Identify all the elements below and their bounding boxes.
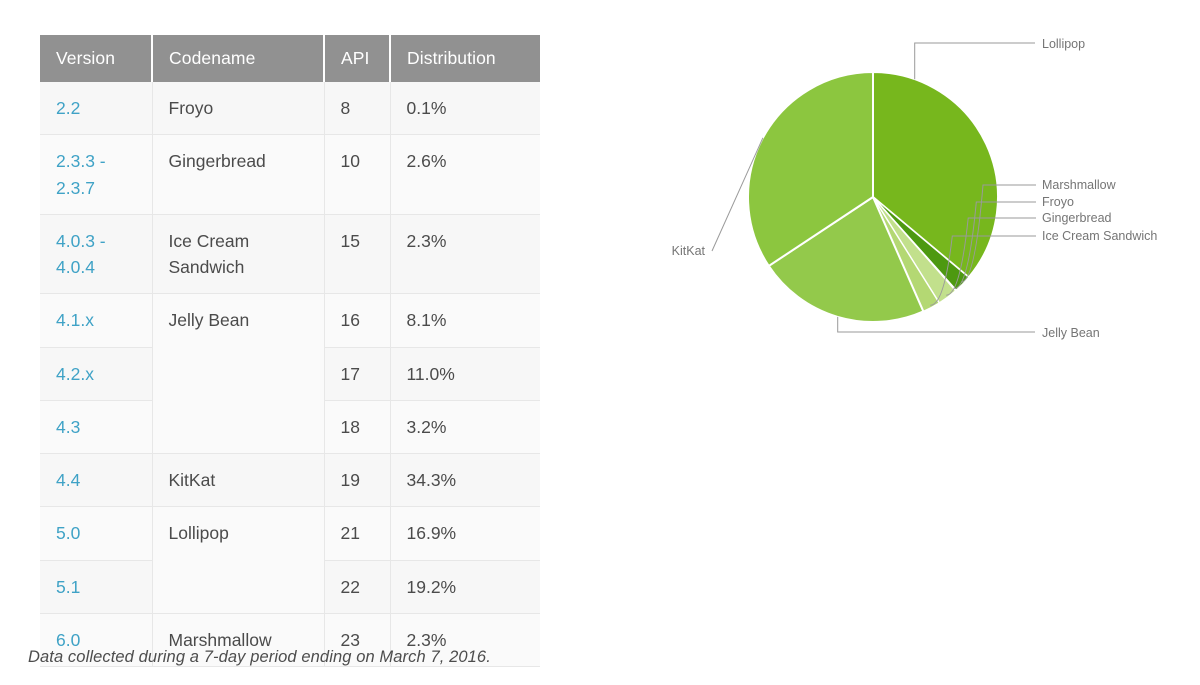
pie-label-gingerbread: Gingerbread (1042, 211, 1112, 225)
cell-api: 21 (324, 506, 391, 561)
column-header-codename[interactable]: Codename (152, 35, 325, 82)
table-row: 2.2 Froyo 8 0.1% (40, 82, 540, 136)
version-line: 4.0.3 - (56, 230, 106, 251)
cell-api: 19 (324, 453, 391, 508)
cell-version: 4.1.x (40, 293, 153, 348)
table-row: 4.1.x Jelly Bean 16 8.1% (40, 293, 540, 454)
cell-codename: Gingerbread (152, 134, 325, 215)
column-header-version[interactable]: Version (40, 35, 153, 82)
cell-api: 16 (324, 293, 391, 348)
pie-label-ice-cream-sandwich: Ice Cream Sandwich (1042, 229, 1157, 243)
cell-codename: Ice Cream Sandwich (152, 214, 325, 295)
table-row: 2.3.3 - 2.3.7 Gingerbread 10 2.6% (40, 134, 540, 215)
version-line: 4.0.4 (56, 257, 95, 277)
cell-version: 4.0.3 - 4.0.4 (40, 214, 153, 295)
leader-line-lollipop (914, 42, 1035, 80)
cell-api: 15 (324, 214, 391, 295)
cell-codename: KitKat (152, 453, 325, 508)
column-header-distribution[interactable]: Distribution (390, 35, 540, 82)
cell-version: 5.0 (40, 506, 153, 561)
cell-codename-jelly-bean: Jelly Bean (152, 293, 325, 454)
cell-api: 17 (324, 347, 391, 401)
cell-distribution: 11.0% (390, 347, 540, 401)
table-header-row: Version Codename API Distribution (40, 35, 540, 82)
pie-label-jelly-bean: Jelly Bean (1042, 326, 1100, 340)
cell-codename-lollipop: Lollipop (152, 506, 325, 614)
cell-api: 18 (324, 400, 391, 455)
cell-distribution: 34.3% (390, 453, 540, 508)
table-row: 5.0 Lollipop 21 16.9% (40, 506, 540, 614)
android-version-distribution-table: Version Codename API Distribution 2.2 Fr… (40, 35, 540, 668)
cell-api: 8 (324, 82, 391, 136)
cell-codename: Froyo (152, 82, 325, 136)
distribution-pie-chart: Lollipop Marshmallow Froyo Gingerbread I… (630, 0, 1200, 400)
cell-version: 4.3 (40, 400, 153, 455)
cell-version: 2.3.3 - 2.3.7 (40, 134, 153, 215)
cell-distribution: 2.6% (390, 134, 540, 215)
cell-api: 10 (324, 134, 391, 215)
cell-distribution: 16.9% (390, 506, 540, 561)
table-row: 4.4 KitKat 19 34.3% (40, 453, 540, 508)
version-line: 2.3.3 - (56, 151, 106, 172)
pie-label-marshmallow: Marshmallow (1042, 178, 1117, 192)
pie-label-froyo: Froyo (1042, 195, 1074, 209)
cell-api: 22 (324, 560, 391, 614)
version-line: 2.3.7 (56, 177, 95, 198)
cell-distribution: 8.1% (390, 293, 540, 348)
data-collection-note: Data collected during a 7-day period end… (28, 648, 491, 666)
page-root: Version Codename API Distribution 2.2 Fr… (0, 0, 1200, 685)
pie-label-kitkat: KitKat (672, 244, 706, 258)
cell-version: 4.4 (40, 453, 153, 508)
cell-version: 4.2.x (40, 347, 153, 401)
codename-line: Ice Cream (168, 230, 250, 251)
table-row: 4.0.3 - 4.0.4 Ice Cream Sandwich 15 2.3% (40, 214, 540, 295)
cell-distribution: 0.1% (390, 82, 540, 136)
cell-version: 5.1 (40, 560, 153, 614)
pie-label-lollipop: Lollipop (1042, 37, 1085, 51)
codename-line: Sandwich (168, 257, 245, 277)
column-header-api[interactable]: API (324, 35, 391, 82)
distribution-table: Version Codename API Distribution 2.2 Fr… (40, 35, 540, 668)
cell-distribution: 2.3% (390, 214, 540, 295)
cell-distribution: 19.2% (390, 560, 540, 614)
cell-distribution: 3.2% (390, 400, 540, 455)
cell-version: 2.2 (40, 82, 153, 136)
pie-chart-svg: Lollipop Marshmallow Froyo Gingerbread I… (672, 37, 1158, 340)
